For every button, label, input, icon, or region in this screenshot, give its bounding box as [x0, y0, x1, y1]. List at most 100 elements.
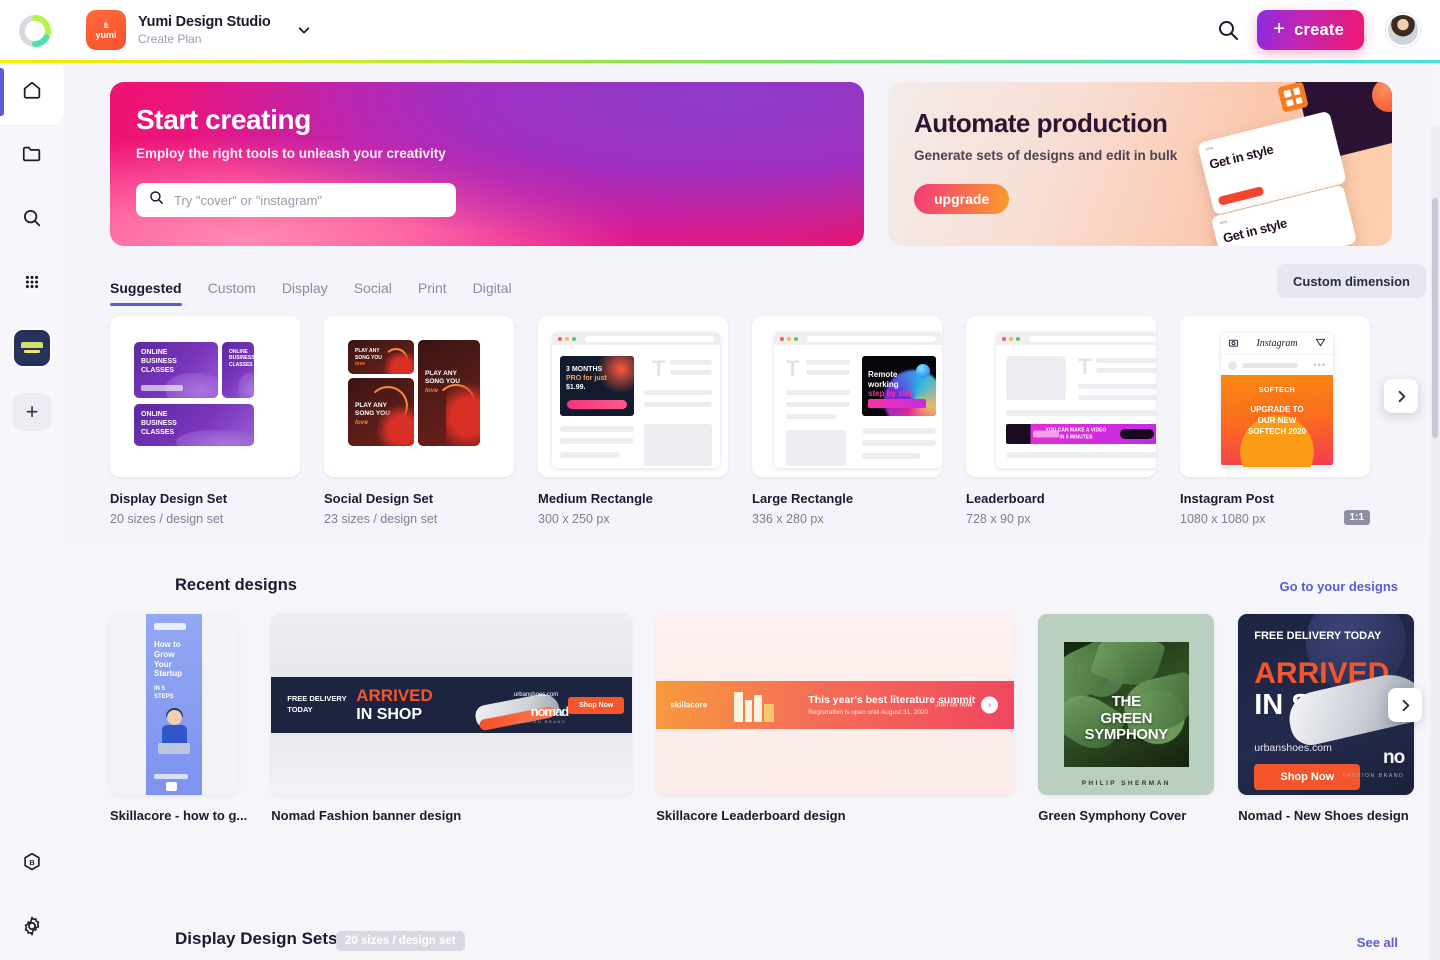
template-card[interactable]: 3 MONTHS PRO for just $1.99. T Medium Rect… [538, 316, 728, 526]
template-thumbnail[interactable]: ONLINE BUSINESS CLASSES ONLINE BUSINESS CLAS… [110, 316, 300, 477]
design-logo-sub: FASHION BRAND [1342, 773, 1405, 779]
ad-creative: YOU CAN MAKE A VIDEO IN 5 MINUTES [1006, 424, 1156, 444]
recent-design-thumbnail[interactable]: How to Grow Your Startup IN 5 STEPS [110, 614, 238, 795]
plus-icon: + [13, 393, 51, 431]
upgrade-button[interactable]: upgrade [914, 184, 1010, 214]
template-card[interactable]: PLAY ANY SONG YOU love PLAY ANY SONG YOU lov… [324, 316, 514, 526]
artwork-card-title: Get in style [1207, 141, 1275, 172]
artwork-card-label: new [1218, 218, 1228, 226]
template-name: Leaderboard [966, 491, 1045, 506]
brand-tile-bars: ılı. [103, 19, 109, 30]
sidebar-item-search[interactable] [0, 188, 64, 252]
design-set-art-a: ONLINE BUSINESS CLASSES [134, 342, 218, 398]
template-card[interactable]: T YOU CAN MAKE A VIDEO IN 5 MINUTES Leade… [966, 316, 1156, 526]
browser-mockup: 3 MONTHS PRO for just $1.99. T [552, 332, 720, 468]
template-name: Display Design Set [110, 491, 228, 506]
camera-icon [1228, 335, 1239, 353]
social-set-art-a: PLAY ANY SONG YOU love [348, 340, 414, 374]
sidebar-item-folder[interactable] [0, 124, 64, 188]
instagram-mockup: Instagram ••• SOFTECH UPGRADE TO OUR NEW S… [1221, 333, 1333, 467]
tab-suggested[interactable]: Suggested [110, 280, 182, 306]
tab-digital[interactable]: Digital [473, 280, 512, 306]
search-input[interactable] [174, 192, 434, 208]
display-design-sets-title: Display Design Sets [175, 929, 338, 948]
sidebar-item-brand-kit[interactable] [0, 316, 64, 380]
template-meta: 1080 x 1080 px [1180, 512, 1266, 526]
post-brand: SOFTECH [1258, 387, 1296, 394]
see-all-link[interactable]: See all [1357, 935, 1398, 950]
template-cards-row: ONLINE BUSINESS CLASSES ONLINE BUSINESS CLAS… [110, 316, 1370, 526]
brand-plan-label: Create Plan [138, 32, 202, 46]
design-footer-text [154, 774, 188, 779]
chevron-down-icon[interactable] [297, 23, 311, 37]
recent-design-item[interactable]: THE GREEN SYMPHONY PHILIP SHERMAN Green Sy… [1038, 614, 1215, 823]
design-url: urbanshoes.com [1254, 742, 1332, 754]
tab-print[interactable]: Print [418, 280, 447, 306]
scrollbar-track[interactable] [1430, 126, 1440, 960]
recent-design-thumbnail[interactable]: skillacore This year's best literature s… [656, 614, 1015, 795]
recent-design-thumbnail[interactable]: THE GREEN SYMPHONY PHILIP SHERMAN [1038, 614, 1215, 795]
recent-design-name: Nomad Fashion banner design [271, 808, 462, 823]
ad-headline: YOU CAN MAKE A VIDEO IN 5 MINUTES [1045, 427, 1107, 441]
template-thumbnail[interactable]: T YOU CAN MAKE A VIDEO IN 5 MINUTES [966, 316, 1156, 477]
custom-dimension-button[interactable]: Custom dimension [1276, 264, 1426, 298]
folder-icon [21, 143, 43, 170]
recent-designs-next-arrow[interactable] [1388, 688, 1422, 722]
ad-headline: 3 MONTHS PRO for just $1.99. [566, 366, 607, 391]
aspect-ratio-badge: 1:1 [1343, 510, 1370, 525]
template-meta: 728 x 90 px [966, 512, 1031, 526]
template-thumbnail[interactable]: T Remote working step by step [752, 316, 942, 477]
template-card[interactable]: Instagram ••• SOFTECH UPGRADE TO OUR NEW S… [1180, 316, 1370, 526]
tab-custom[interactable]: Custom [208, 280, 256, 306]
template-thumbnail[interactable]: Instagram ••• SOFTECH UPGRADE TO OUR NEW S… [1180, 316, 1370, 477]
artwork-card-cta [1217, 186, 1265, 206]
design-url: urbanshoes.com [513, 691, 559, 698]
design-logo: no [1383, 747, 1405, 768]
template-name: Social Design Set [324, 491, 434, 506]
template-thumbnail[interactable]: PLAY ANY SONG YOU love PLAY ANY SONG YOU lov… [324, 316, 514, 477]
banner-title: Automate production [914, 108, 1168, 138]
recent-design-item[interactable]: How to Grow Your Startup IN 5 STEPS Skillaco… [110, 614, 247, 823]
sidebar-item-billing[interactable]: B [0, 832, 64, 896]
artwork-card-label: new [1205, 144, 1214, 152]
template-thumbnail[interactable]: 3 MONTHS PRO for just $1.99. T [538, 316, 728, 477]
search-icon [21, 207, 43, 234]
svg-text:B: B [29, 858, 34, 867]
display-design-sets-badge: 20 sizes / design set [336, 931, 465, 951]
template-search-box[interactable] [136, 183, 456, 217]
sidebar-item-apps[interactable] [0, 252, 64, 316]
post-headline: UPGRADE TO OUR NEW SOFTECH 2020 [1247, 405, 1307, 436]
social-set-art-b: PLAY ANY SONG YOU love [348, 378, 414, 446]
recent-design-item[interactable]: skillacore This year's best literature s… [656, 614, 1015, 823]
recent-design-name: Nomad - New Shoes design [1238, 808, 1409, 823]
tab-display[interactable]: Display [282, 280, 328, 306]
avatar[interactable] [1386, 13, 1420, 47]
hexagon-b-icon: B [21, 851, 43, 878]
recent-design-thumbnail[interactable]: FREE DELIVERY TODAY ARRIVED IN SHOP urban… [271, 614, 633, 795]
gear-icon [21, 915, 43, 942]
sidebar-item-home[interactable] [0, 60, 64, 124]
templates-next-arrow[interactable] [1384, 379, 1418, 413]
design-headline: How to Grow Your Startup [154, 640, 182, 679]
sidebar-item-add[interactable]: + [0, 380, 64, 444]
recent-design-item[interactable]: FREE DELIVERY TODAY ARRIVED IN SHOP urba… [1238, 614, 1415, 823]
template-name: Medium Rectangle [538, 491, 653, 506]
create-button[interactable]: + create [1257, 10, 1364, 50]
design-badge-text: FREE DELIVERY TODAY [287, 693, 347, 714]
tab-social[interactable]: Social [354, 280, 392, 306]
scrollbar-thumb[interactable] [1432, 198, 1438, 438]
social-set-art-c: PLAY ANY SONG YOU love [418, 340, 480, 446]
template-meta: 20 sizes / design set [110, 512, 224, 526]
loading-progress-bar [64, 60, 1440, 63]
recent-design-item[interactable]: FREE DELIVERY TODAY ARRIVED IN SHOP urban… [271, 614, 633, 823]
header-search-icon[interactable] [1216, 18, 1240, 42]
arrow-right-icon: › [981, 696, 999, 713]
brand-title: Yumi Design Studio [138, 14, 271, 30]
banner-subtitle: Employ the right tools to unleash your c… [136, 146, 446, 161]
go-to-your-designs-link[interactable]: Go to your designs [1280, 579, 1398, 594]
brand-switcher[interactable]: ılı. yumi Yumi Design Studio Create Plan [86, 10, 311, 50]
sidebar-item-settings[interactable] [0, 896, 64, 960]
template-card[interactable]: T Remote working step by step Large Rect… [752, 316, 942, 526]
app-logo-spinner [16, 12, 54, 50]
template-card[interactable]: ONLINE BUSINESS CLASSES ONLINE BUSINESS CLAS… [110, 316, 300, 526]
